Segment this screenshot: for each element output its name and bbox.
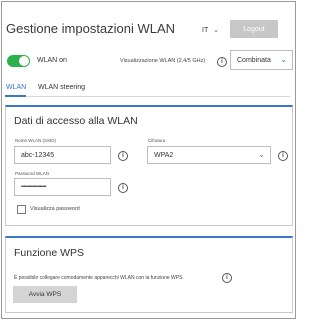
start-wps-button[interactable]: Avvia WPS: [13, 286, 77, 303]
info-icon[interactable]: i: [118, 151, 128, 161]
chevron-down-icon: ⌄: [258, 150, 265, 160]
tabs-divider: [5, 96, 290, 97]
language-selector[interactable]: IT ⌄: [202, 26, 219, 34]
encryption-select[interactable]: WPA2 ⌄: [147, 146, 271, 164]
info-icon[interactable]: i: [118, 183, 128, 193]
password-input[interactable]: ••••••••••••••••••••: [14, 178, 111, 196]
active-tab-indicator: [5, 95, 26, 97]
info-icon[interactable]: i: [217, 57, 227, 67]
visibility-select[interactable]: Combinata ⌄: [230, 50, 293, 70]
show-password-label: Visualizza password: [30, 206, 80, 212]
wps-description: È possibile collegare comodamente appare…: [14, 275, 184, 281]
chevron-down-icon: ⌄: [213, 27, 219, 34]
tab-wlan-steering[interactable]: WLAN steering: [38, 84, 85, 91]
chevron-down-icon: ⌄: [280, 55, 287, 65]
logout-button[interactable]: Logout: [230, 20, 278, 38]
wps-panel-title: Funzione WPS: [14, 247, 85, 259]
page-title: Gestione impostazioni WLAN: [6, 21, 176, 36]
ssid-label: Nome WLAN (SSID): [15, 138, 57, 143]
info-icon[interactable]: i: [278, 151, 288, 161]
wlan-toggle-label: WLAN on: [37, 57, 67, 64]
show-password-checkbox[interactable]: [17, 205, 26, 214]
wlan-toggle[interactable]: [7, 55, 30, 67]
access-panel-title: Dati di accesso alla WLAN: [14, 115, 138, 127]
info-icon[interactable]: i: [222, 273, 232, 283]
ssid-input[interactable]: abc-12345: [14, 146, 111, 164]
language-value: IT: [202, 27, 209, 34]
tab-wlan[interactable]: WLAN: [6, 84, 26, 91]
password-label: Password WLAN: [15, 171, 50, 176]
encryption-label: Cifratura: [148, 138, 166, 143]
visibility-select-value: Combinata: [237, 56, 271, 64]
encryption-value: WPA2: [154, 151, 174, 159]
toggle-knob: [19, 56, 29, 66]
visibility-label: Visualizzazione WLAN (2,4/5 GHz): [120, 58, 206, 64]
